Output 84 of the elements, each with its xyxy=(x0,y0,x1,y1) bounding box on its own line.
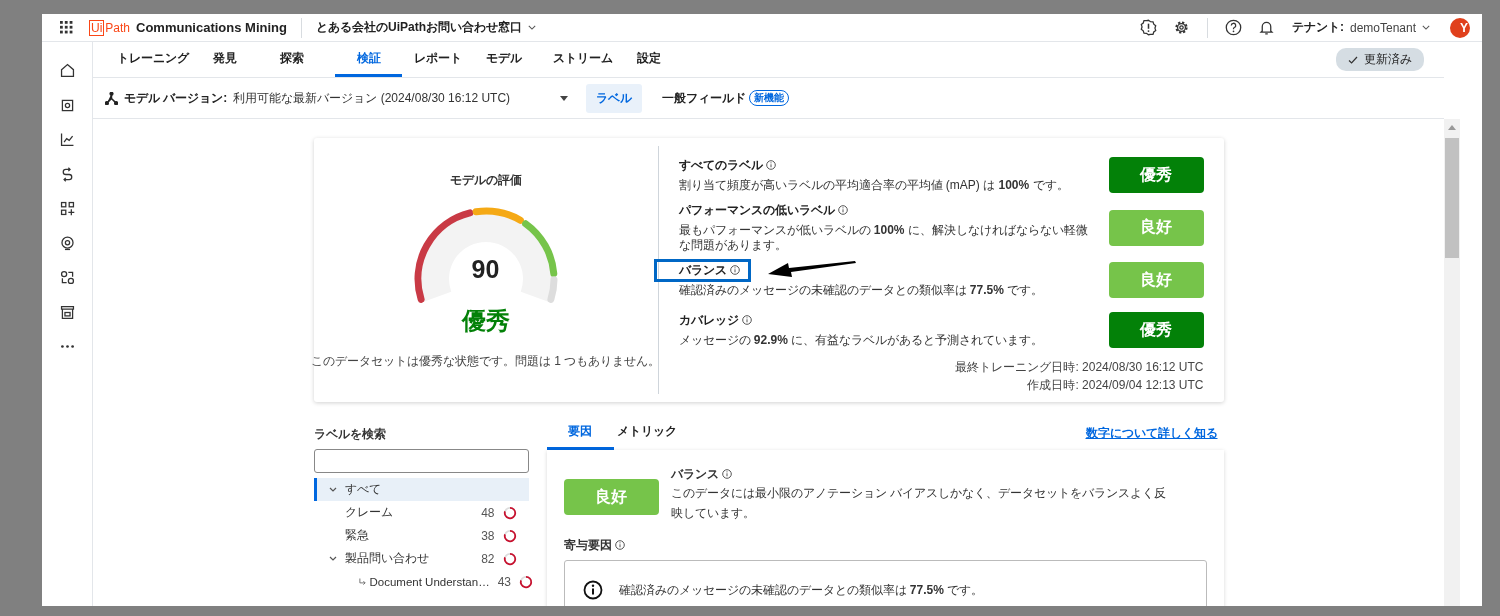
notification-bell-icon[interactable] xyxy=(1257,19,1275,36)
score-value: 90 xyxy=(471,255,500,284)
link-nodes-icon[interactable] xyxy=(58,269,76,286)
scrollbar[interactable] xyxy=(1444,119,1460,606)
rating-summary: このデータセットは優秀な状態です。問題は 1 つもありません。 xyxy=(310,353,661,370)
grade-badge: 良好 xyxy=(563,479,659,515)
progress-ring xyxy=(502,551,517,566)
tenant-label: テナント: xyxy=(1291,19,1344,36)
nav-tab[interactable]: 検証 xyxy=(335,42,402,77)
metric-grade-badge: 良好 xyxy=(1108,209,1204,246)
home-icon[interactable] xyxy=(58,62,76,79)
metric-grade-badge: 優秀 xyxy=(1108,312,1204,348)
info-icon[interactable] xyxy=(729,265,740,275)
nav-tab[interactable]: レポート xyxy=(402,42,474,77)
dropdown-arrow-icon xyxy=(560,95,569,101)
detail-title: バランス xyxy=(670,466,1171,483)
timestamp: 作成日時: 2024/09/04 12:13 UTC xyxy=(1027,377,1204,394)
metric-grade-badge: 優秀 xyxy=(1108,157,1204,193)
metric-title: パフォーマンスの低いラベル xyxy=(675,199,853,222)
factor-text: 確認済みのメッセージの未確認のデータとの類似率は 77.5% です。 xyxy=(618,581,984,599)
metric-title: カバレッジ xyxy=(675,309,757,332)
grade-label: 優秀 xyxy=(461,306,510,336)
model-version-label: モデル バージョン: xyxy=(124,89,228,107)
nav-tab[interactable]: 探索 xyxy=(268,42,335,77)
settings-icon[interactable] xyxy=(1172,19,1190,36)
user-avatar[interactable]: Y xyxy=(1450,17,1470,38)
factors-title: 寄与要因 xyxy=(563,537,1207,554)
model-branch-icon xyxy=(105,91,118,105)
grid-plus-icon[interactable] xyxy=(58,200,76,217)
nav-tab[interactable]: 発見 xyxy=(201,42,268,77)
help-icon[interactable] xyxy=(1224,19,1242,36)
metric-grade-badge: 良好 xyxy=(1108,262,1204,298)
detail-tab[interactable]: 要因 xyxy=(546,416,614,450)
progress-ring xyxy=(502,505,517,520)
timestamp: 最終トレーニング日時: 2024/08/30 16:12 UTC xyxy=(955,359,1204,376)
line-chart-icon[interactable] xyxy=(58,131,76,148)
label-search-field[interactable] xyxy=(313,449,529,473)
nav-tab[interactable]: モデル xyxy=(474,42,541,77)
nav-tab[interactable]: 設定 xyxy=(625,42,692,77)
label-tree-item[interactable]: クレーム 48 xyxy=(313,501,529,524)
chevron-icon[interactable] xyxy=(328,555,337,562)
info-icon[interactable] xyxy=(837,205,848,215)
child-arrow-icon xyxy=(358,577,366,586)
label-tree-item[interactable]: 緊急 38 xyxy=(313,524,529,547)
info-icon[interactable] xyxy=(741,315,752,325)
caret-icon xyxy=(528,25,536,30)
info-icon[interactable] xyxy=(721,469,732,479)
tenant-dropdown[interactable]: demoTenant xyxy=(1349,20,1430,35)
detail-tab[interactable]: メトリック xyxy=(613,416,681,450)
label-tree-item[interactable]: Document Understan… 43 xyxy=(313,570,529,593)
view-toggle[interactable]: ラベル xyxy=(586,83,643,113)
nav-tab[interactable]: ストリーム xyxy=(541,42,625,77)
scrollbar-thumb[interactable] xyxy=(1445,138,1459,258)
apps-grid-icon[interactable] xyxy=(60,21,73,34)
metric-title: すべてのラベル xyxy=(675,154,781,177)
learn-more-link[interactable]: 数字について詳しく知る xyxy=(1085,424,1218,442)
label-tree-item[interactable]: すべて xyxy=(313,478,529,501)
caret-icon xyxy=(1422,25,1430,30)
metric-description: 割り当て頻度が高いラベルの平均適合率の平均値 (mAP) は 100% です。 xyxy=(678,178,1070,193)
updated-status-button[interactable]: 更新済み xyxy=(1336,48,1424,71)
progress-ring xyxy=(502,528,517,543)
metric-description: メッセージの 92.9% に、有益なラベルがあると予測されています。 xyxy=(678,333,1045,348)
metric-description: 確認済みのメッセージの未確認のデータとの類似率は 77.5% です。 xyxy=(678,283,1045,298)
model-version-select[interactable]: 利用可能な最新バージョン (2024/08/30 16:12 UTC) xyxy=(233,89,569,107)
progress-ring xyxy=(519,574,534,589)
storefront-icon[interactable] xyxy=(58,303,76,321)
info-icon xyxy=(582,580,603,600)
chevron-icon[interactable] xyxy=(328,486,337,493)
info-icon[interactable] xyxy=(614,540,625,550)
workspace-dropdown[interactable]: とある会社のUiPathお問い合わせ窓口 xyxy=(316,19,536,36)
detail-description: このデータには最小限のアノテーション バイアスしかなく、データセットをバランスよく反映しています。 xyxy=(670,485,1167,522)
info-icon[interactable] xyxy=(765,160,776,170)
nav-tab[interactable]: トレーニング xyxy=(105,42,201,77)
rating-title: モデルの評価 xyxy=(449,172,522,189)
label-search-title: ラベルを検索 xyxy=(313,426,387,443)
metric-title: バランス xyxy=(653,259,751,282)
label-tree-item[interactable]: 製品問い合わせ 82 xyxy=(313,547,529,570)
alert-badge-icon[interactable] xyxy=(1139,19,1157,36)
product-name: Communications Mining xyxy=(136,20,287,35)
view-toggle[interactable]: 一般フィールド 新機能 xyxy=(652,83,800,113)
check-icon xyxy=(1348,54,1358,65)
logo: Ui Path xyxy=(89,19,131,36)
metric-description: 最もパフォーマンスが低いラベルの 100% に、解決しなければならない軽微な問題があります。 xyxy=(678,223,1089,253)
location-pin-icon[interactable] xyxy=(58,234,76,252)
